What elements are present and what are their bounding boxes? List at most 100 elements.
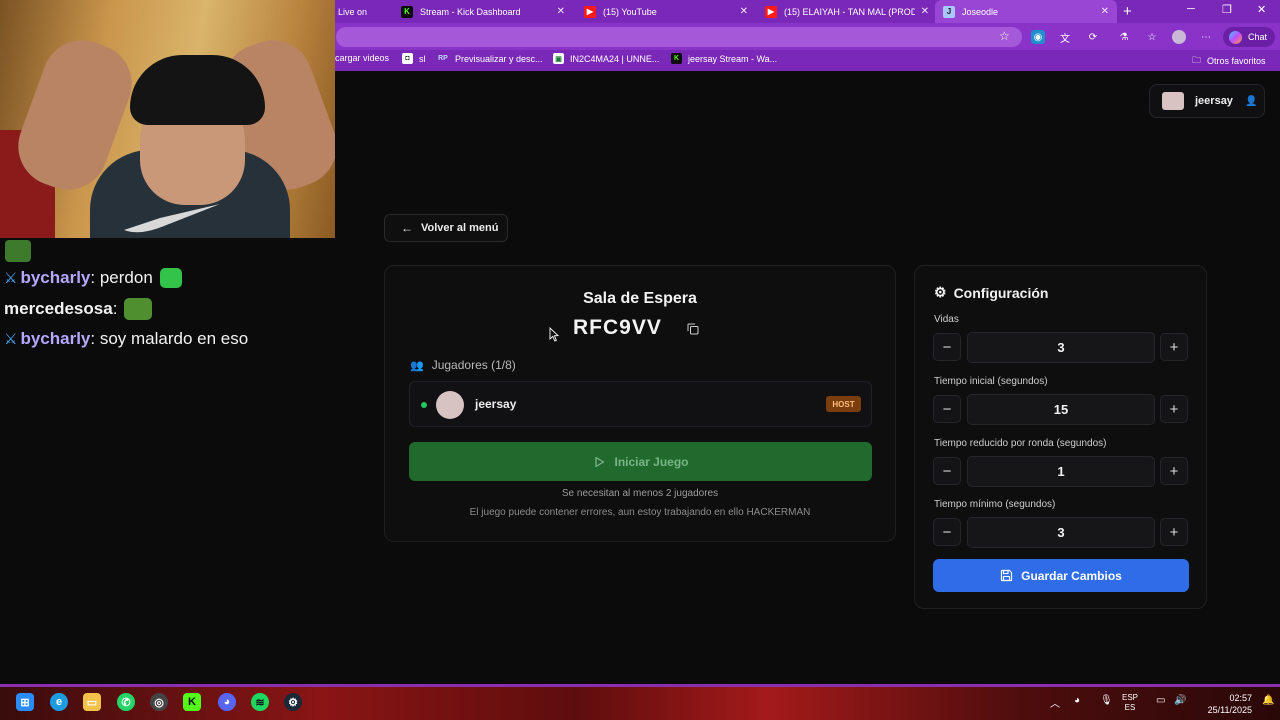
gear-icon: ⚙ <box>934 284 947 300</box>
favorites-icon[interactable]: ☆ <box>1145 30 1159 44</box>
copilot-chat-button[interactable]: Chat <box>1223 27 1275 47</box>
play-icon <box>595 456 605 467</box>
players-header: 👥 Jugadores (1/8) <box>410 358 516 372</box>
new-tab-button[interactable]: + <box>1123 3 1132 20</box>
profile-avatar[interactable] <box>1172 30 1186 44</box>
configuration-panel: ⚙ Configuración Vidas − 3 + Tiempo inici… <box>914 265 1207 609</box>
volume-icon[interactable]: 🔊 <box>1174 695 1186 706</box>
initial-time-increment-button[interactable]: + <box>1160 395 1188 423</box>
address-input[interactable] <box>336 27 1022 47</box>
initial-time-value[interactable]: 15 <box>967 394 1155 425</box>
webcam-bandana <box>130 55 265 125</box>
star-icon[interactable]: ☆ <box>999 29 1010 43</box>
initial-time-decrement-button[interactable]: − <box>933 395 961 423</box>
sword-badge-icon: ⚔ <box>4 270 18 287</box>
notification-bell-icon[interactable]: 🔔 <box>1262 695 1274 706</box>
sword-badge-icon: ⚔ <box>4 331 18 348</box>
close-icon[interactable]: ✕ <box>1101 6 1109 17</box>
reduced-time-value[interactable]: 1 <box>967 456 1155 487</box>
whatsapp-icon[interactable]: ✆ <box>117 693 135 711</box>
copilot-icon <box>1229 30 1242 44</box>
close-icon[interactable]: ✕ <box>740 6 748 17</box>
bookmark-cargar-videos[interactable]: cargar videos <box>335 53 389 63</box>
save-changes-button[interactable]: Guardar Cambios <box>933 559 1189 592</box>
copy-icon[interactable] <box>687 323 699 335</box>
language-indicator[interactable]: ESP ES <box>1122 693 1138 713</box>
tab-label: Live on K <box>338 6 370 17</box>
chat-message: mercedesosa : <box>4 298 153 320</box>
chat-message: ⚔ bycharly : perdon <box>4 268 182 288</box>
bookmark-jeersay-stream[interactable]: K jeersay Stream - Wa... <box>671 53 777 64</box>
rp-icon: RP <box>438 55 448 62</box>
kick-icon[interactable]: K <box>183 693 201 711</box>
translate-icon[interactable]: 文 <box>1058 30 1072 45</box>
other-bookmarks[interactable]: 🗀 Otros favoritos <box>1192 53 1266 69</box>
webcam-overlay <box>0 0 335 238</box>
bookmark-label: jeersay Stream - Wa... <box>688 53 778 64</box>
user-menu[interactable]: jeersay 👤 <box>1149 84 1265 118</box>
chevron-up-icon[interactable]: ︿ <box>1050 695 1060 710</box>
lives-decrement-button[interactable]: − <box>933 333 961 361</box>
reduced-time-increment-button[interactable]: + <box>1160 457 1188 485</box>
username: jeersay <box>1195 95 1233 107</box>
minimum-time-decrement-button[interactable]: − <box>933 518 961 546</box>
tab-youtube-song[interactable]: ▶ (15) ELAIYAH - TAN MAL (PROD... ✕ <box>757 0 937 23</box>
bookmark-previsualizar[interactable]: RP Previsualizar y desc... <box>437 53 542 64</box>
back-to-menu-button[interactable]: ← Volver al menú <box>384 214 508 242</box>
tab-label: Joseodle <box>962 6 999 17</box>
kick-icon: K <box>401 5 413 18</box>
close-icon[interactable]: ✕ <box>557 6 565 17</box>
system-clock[interactable]: 02:57 25/11/2025 <box>1196 692 1252 716</box>
reduced-time-decrement-button[interactable]: − <box>933 457 961 485</box>
youtube-icon: ▶ <box>765 5 777 18</box>
tab-live-on-kick[interactable]: Live on K <box>330 0 378 23</box>
start-game-button[interactable]: Iniciar Juego <box>409 442 872 481</box>
maximize-icon[interactable]: ❐ <box>1222 3 1232 16</box>
page-title: Sala de Espera <box>583 290 697 307</box>
minimize-icon[interactable]: ─ <box>1187 3 1195 15</box>
obs-icon[interactable]: ◎ <box>150 693 168 711</box>
tab-youtube[interactable]: ▶ (15) YouTube ✕ <box>576 0 756 23</box>
lives-value[interactable]: 3 <box>967 332 1155 363</box>
bookmark-label: IN2C4MA24 | UNNE... <box>570 53 660 64</box>
lives-increment-button[interactable]: + <box>1160 333 1188 361</box>
bookmark-icon: ◘ <box>402 53 413 64</box>
discord-tray-icon[interactable]: ◕ <box>1074 695 1080 706</box>
steam-icon[interactable]: ⚙ <box>284 693 302 711</box>
bookmark-in2c4ma24[interactable]: ▣ IN2C4MA24 | UNNE... <box>553 53 659 64</box>
refresh-icon[interactable]: ⟳ <box>1086 30 1100 44</box>
minimum-time-increment-button[interactable]: + <box>1160 518 1188 546</box>
shirt-logo <box>124 204 220 233</box>
clock-time: 02:57 <box>1229 693 1252 703</box>
bookmark-sl[interactable]: ◘ sl <box>402 53 426 64</box>
extension-icon[interactable]: ◉ <box>1031 30 1045 44</box>
minimum-time-value[interactable]: 3 <box>967 517 1155 548</box>
chat-username: mercedesosa <box>4 299 113 318</box>
room-code: RFC9VV <box>573 316 662 339</box>
chat-emote <box>5 240 31 262</box>
lives-label: Vidas <box>934 314 959 325</box>
reduced-time-label: Tiempo reducido por ronda (segundos) <box>934 438 1107 449</box>
window-close-icon[interactable]: ✕ <box>1257 3 1266 16</box>
bookmark-label: cargar videos <box>335 53 390 63</box>
save-button-label: Guardar Cambios <box>1021 568 1122 583</box>
player-name: jeersay <box>475 397 517 411</box>
spotify-icon[interactable]: ≋ <box>251 693 269 711</box>
file-explorer-icon[interactable]: ▭ <box>83 693 101 711</box>
discord-icon[interactable]: ◕ <box>218 693 236 711</box>
edge-icon[interactable]: e <box>50 693 68 711</box>
more-icon[interactable]: ⋯ <box>1199 30 1213 44</box>
tab-kick-dashboard[interactable]: K Stream - Kick Dashboard ✕ <box>393 0 573 23</box>
flask-icon[interactable]: ⚗ <box>1117 30 1131 44</box>
waiting-room-card: Sala de Espera RFC9VV 👥 Jugadores (1/8) … <box>384 265 896 542</box>
joseodle-icon: J <box>943 5 955 18</box>
clock-date: 25/11/2025 <box>1207 705 1252 715</box>
microphone-icon[interactable]: 🎙 <box>1100 695 1113 706</box>
network-icon[interactable]: ▭ <box>1156 695 1165 706</box>
initial-time-label: Tiempo inicial (segundos) <box>934 376 1048 387</box>
close-icon[interactable]: ✕ <box>921 6 929 17</box>
chat-text: soy malardo en eso <box>99 329 249 348</box>
tab-joseodle[interactable]: J Joseodle ✕ <box>935 0 1117 23</box>
windows-start-icon[interactable]: ⊞ <box>16 693 34 711</box>
players-count: Jugadores (1/8) <box>431 358 516 372</box>
